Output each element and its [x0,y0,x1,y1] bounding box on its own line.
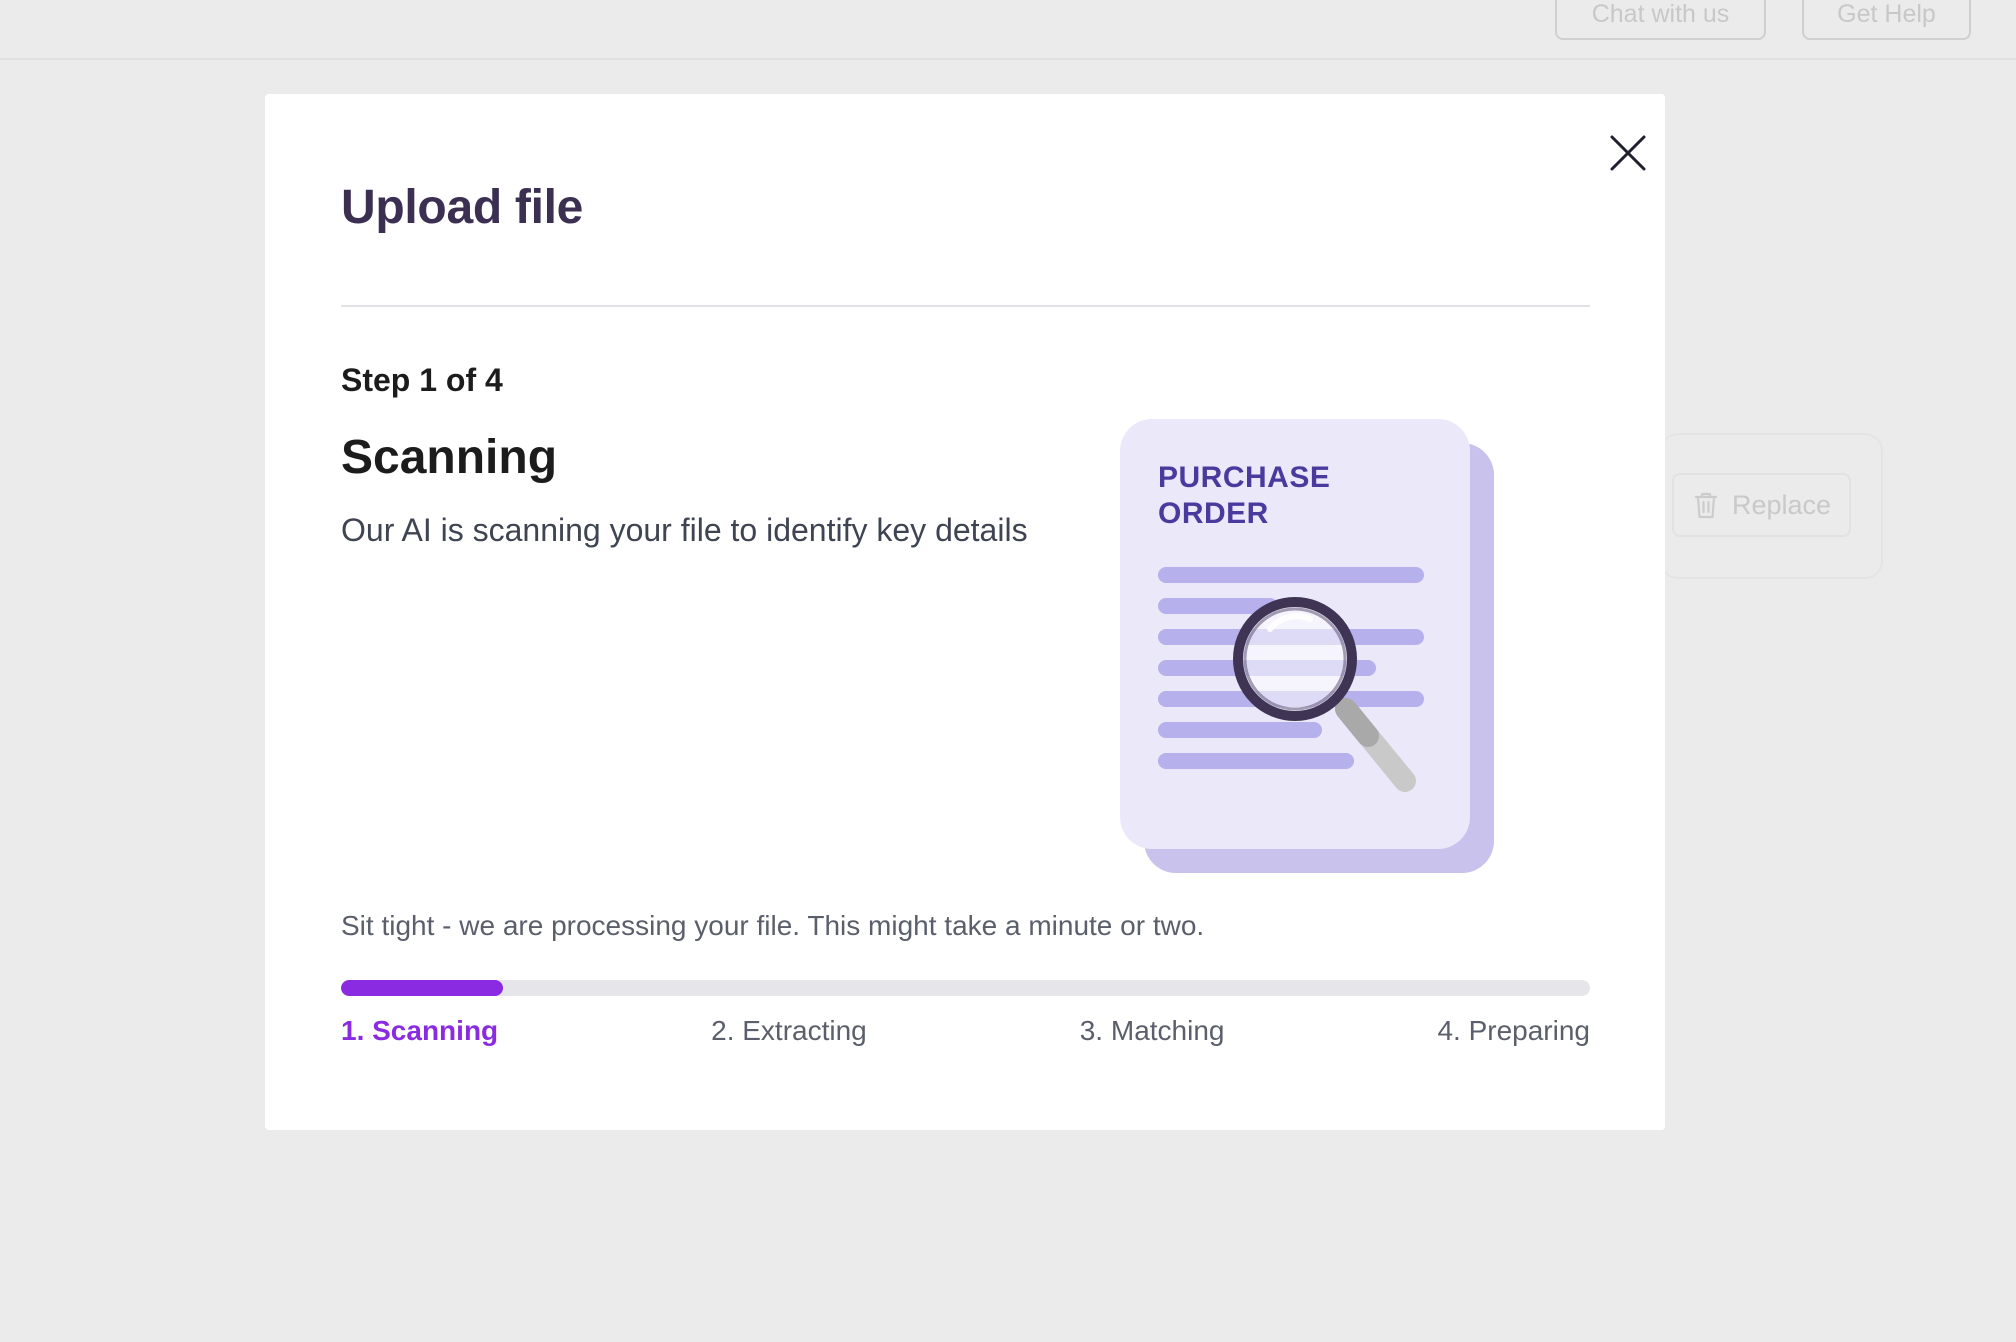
chat-with-us-button[interactable]: Chat with us [1555,0,1766,40]
step-item-extracting: 2. Extracting [711,1015,867,1046]
modal-title: Upload file [341,181,584,234]
close-icon [1610,135,1646,171]
replace-button[interactable]: Replace [1672,473,1851,537]
step-item-matching: 3. Matching [1079,1015,1225,1046]
status-message: Sit tight - we are processing your file.… [341,910,1205,941]
step-item-scanning: 1. Scanning [341,1015,499,1046]
document-heading-line2: ORDER [1158,497,1269,530]
document-magnifier-icon: PURCHASE ORDER [1120,419,1510,879]
get-help-button[interactable]: Get Help [1802,0,1971,40]
step-description: Our AI is scanning your file to identify… [341,512,1028,548]
trash-icon [1694,492,1718,519]
replace-label: Replace [1732,489,1832,520]
close-button[interactable] [1598,123,1658,183]
document-heading-line1: PURCHASE [1158,461,1331,494]
upload-file-modal: Upload file Step 1 of 4 Scanning Our AI … [265,94,1665,1130]
step-item-preparing: 4. Preparing [1437,1015,1590,1046]
top-bar: Chat with us Get Help [0,0,2016,60]
progress-fill [341,980,504,996]
step-counter: Step 1 of 4 [341,362,503,398]
step-list: 1. Scanning 2. Extracting 3. Matching 4.… [341,1015,1590,1055]
step-title: Scanning [341,431,558,484]
divider [341,305,1590,307]
progress-bar [341,980,1590,996]
